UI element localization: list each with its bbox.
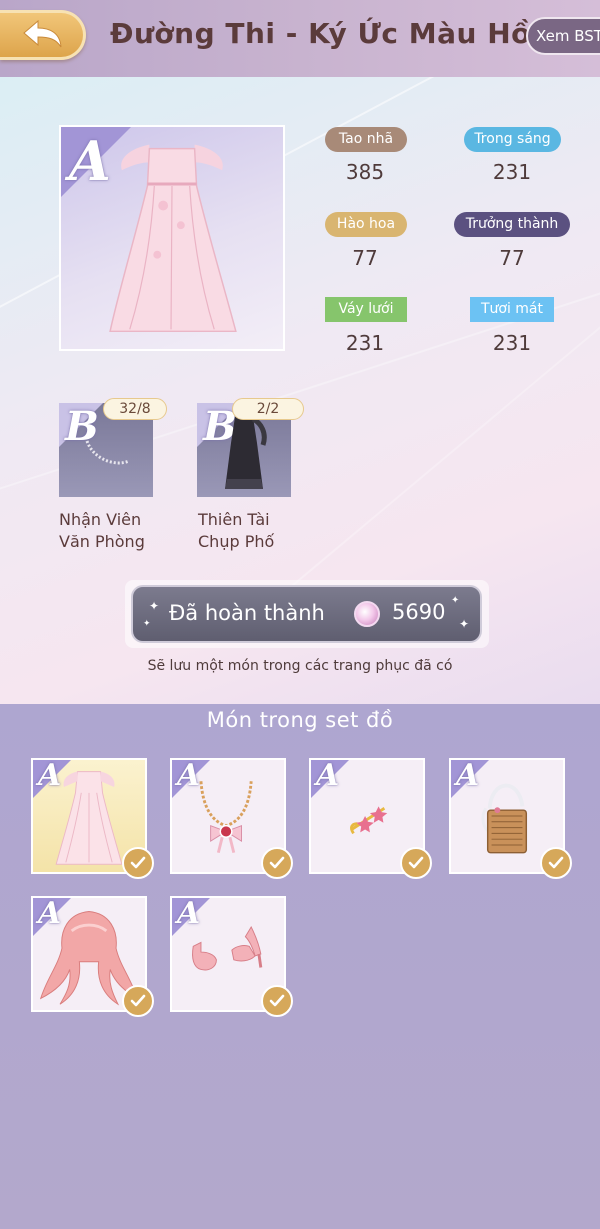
owned-check-icon [122, 847, 154, 879]
attr-value-fresh: 231 [492, 331, 532, 355]
completed-button[interactable]: ✦ ✦ ✦ ✦ Đã hoàn thành 5690 [131, 585, 482, 643]
save-note: Sẽ lưu một món trong các trang phục đã c… [147, 658, 453, 674]
header-bar: Đường Thi - Ký Ức Màu Hồng Xem BST [0, 0, 600, 77]
set-items-title: Món trong set đồ [206, 708, 394, 732]
attr-label-pure: Trong sáng [464, 127, 561, 152]
view-collection-button[interactable]: Xem BST [526, 17, 600, 55]
page-title: Đường Thi - Ký Ức Màu Hồng [110, 17, 572, 50]
back-button[interactable] [0, 10, 86, 60]
attr-value-pure: 231 [492, 160, 532, 184]
owned-check-icon [261, 847, 293, 879]
sparkle-icon: ✦ [149, 599, 160, 613]
attr-label-elegant: Tao nhã [325, 127, 407, 152]
sparkle-icon: ✦ [451, 595, 460, 606]
pearl-icon [354, 601, 380, 627]
attr-label-gorgeous: Hào hoa [325, 212, 407, 237]
sparkle-icon: ✦ [143, 619, 151, 629]
related-item-name: Nhận Viên Văn Phòng [59, 510, 145, 551]
attr-label-tulle-dress: Váy lưới [325, 297, 407, 322]
attr-label-mature: Trưởng thành [454, 212, 570, 237]
sparkle-icon: ✦ [459, 617, 470, 631]
completed-label: Đã hoàn thành [169, 601, 325, 625]
related-item-name: Thiên Tài Chụp Phố [198, 510, 275, 551]
pink-gown-icon [109, 144, 237, 333]
attr-value-gorgeous: 77 [352, 246, 378, 270]
attr-value-mature: 77 [499, 246, 525, 270]
attr-value-tulle-dress: 231 [345, 331, 385, 355]
attr-value-elegant: 385 [345, 160, 385, 184]
back-arrow-icon [22, 19, 61, 48]
owned-check-icon [261, 985, 293, 1017]
attr-label-fresh: Tươi mát [470, 297, 554, 322]
pearl-amount: 5690 [392, 600, 446, 624]
owned-check-icon [400, 847, 432, 879]
related-item-count: 32/8 [103, 398, 167, 420]
owned-check-icon [540, 847, 572, 879]
owned-check-icon [122, 985, 154, 1017]
related-item-count: 2/2 [232, 398, 304, 420]
main-item-card[interactable]: A [59, 125, 285, 351]
